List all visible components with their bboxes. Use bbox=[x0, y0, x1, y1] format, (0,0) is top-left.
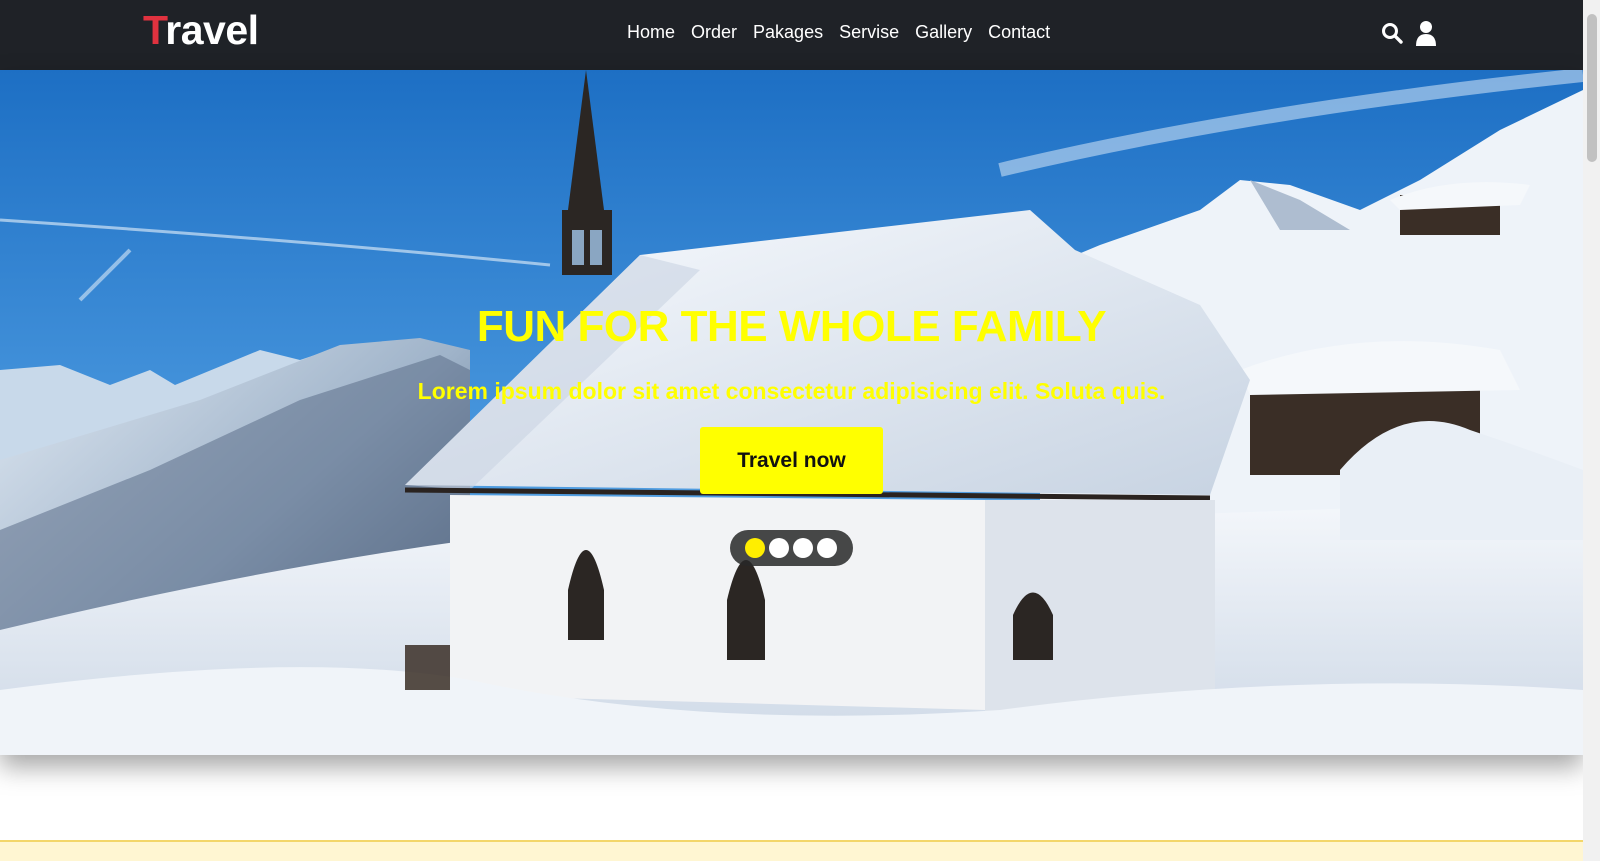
scrollbar-thumb[interactable] bbox=[1587, 14, 1597, 162]
brand-logo-first-letter: T bbox=[143, 7, 166, 53]
next-section-band bbox=[0, 840, 1583, 861]
nav-link-gallery[interactable]: Gallery bbox=[915, 22, 972, 43]
carousel-indicators bbox=[730, 530, 853, 566]
carousel-dot-2[interactable] bbox=[769, 538, 789, 558]
nav-link-contact[interactable]: Contact bbox=[988, 22, 1050, 43]
nav-links: Home Order Pakages Servise Gallery Conta… bbox=[627, 22, 1050, 43]
brand-logo[interactable]: Travel bbox=[143, 7, 259, 54]
hero-subtitle: Lorem ipsum dolor sit amet consectetur a… bbox=[417, 378, 1166, 404]
hero-background-image bbox=[0, 70, 1583, 755]
carousel-dot-3[interactable] bbox=[793, 538, 813, 558]
nav-link-packages[interactable]: Pakages bbox=[753, 22, 823, 43]
search-icon[interactable] bbox=[1380, 20, 1404, 46]
top-navbar: Travel Home Order Pakages Servise Galler… bbox=[0, 0, 1583, 70]
user-icon[interactable] bbox=[1414, 20, 1438, 46]
nav-link-service[interactable]: Servise bbox=[839, 22, 899, 43]
brand-logo-rest: ravel bbox=[165, 7, 259, 53]
hero-banner: FUN FOR THE WHOLE FAMILY Lorem ipsum dol… bbox=[0, 70, 1583, 755]
carousel-dot-4[interactable] bbox=[817, 538, 837, 558]
nav-link-order[interactable]: Order bbox=[691, 22, 737, 43]
nav-icons bbox=[1380, 20, 1438, 46]
page-scrollbar[interactable] bbox=[1583, 0, 1600, 861]
nav-link-home[interactable]: Home bbox=[627, 22, 675, 43]
carousel-dot-1[interactable] bbox=[745, 538, 765, 558]
hero-title: FUN FOR THE WHOLE FAMILY bbox=[476, 302, 1107, 351]
travel-now-button[interactable]: Travel now bbox=[700, 427, 883, 494]
